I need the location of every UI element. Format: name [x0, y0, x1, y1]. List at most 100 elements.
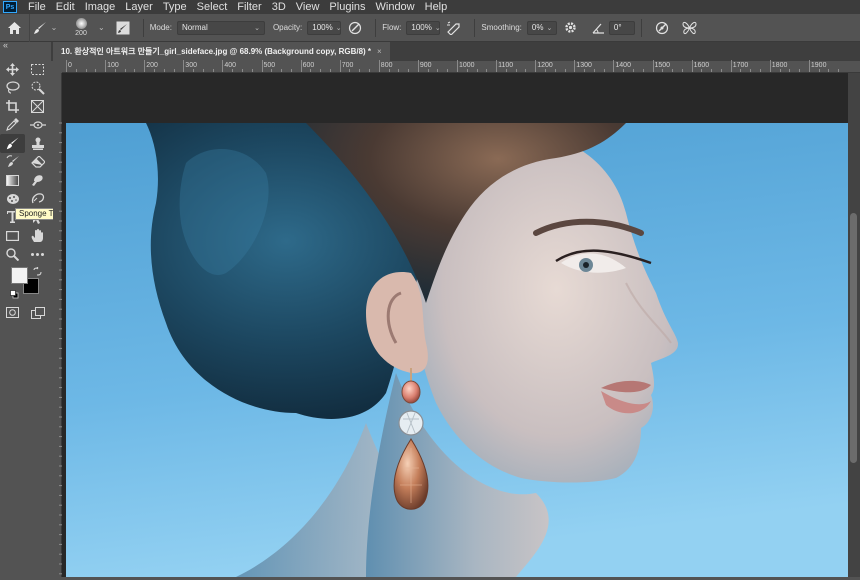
flow-field[interactable]: 100% ⌄	[406, 20, 441, 35]
scrollbar-thumb[interactable]	[850, 213, 857, 463]
chevron-down-icon[interactable]: ⌄	[98, 23, 105, 32]
toolbox	[0, 60, 51, 322]
ruler-minor-tick	[95, 69, 97, 72]
ruler-major-tick	[300, 60, 302, 72]
portrait-photo	[66, 123, 848, 577]
menu-image[interactable]: Image	[80, 0, 121, 14]
tool-preset-picker[interactable]: ⌄	[30, 14, 64, 42]
sponge-tool[interactable]	[0, 190, 25, 209]
more-tools-icon	[31, 252, 44, 256]
ruler-minor-tick	[701, 69, 703, 72]
menu-window[interactable]: Window	[371, 0, 420, 14]
pen-tool[interactable]	[25, 190, 50, 209]
smoothing-settings-button[interactable]	[563, 20, 579, 36]
crop-tool[interactable]	[0, 97, 25, 116]
rectangle-tool[interactable]	[0, 227, 25, 246]
ruler-minor-tick	[632, 69, 634, 72]
ruler-minor-tick	[662, 69, 664, 72]
ruler-minor-tick	[212, 69, 214, 72]
pressure-size-button[interactable]	[654, 20, 670, 36]
document-canvas[interactable]	[66, 123, 848, 577]
ruler-minor-tick	[349, 69, 351, 72]
screen-mode-button[interactable]	[25, 304, 50, 323]
pressure-opacity-button[interactable]	[347, 20, 363, 36]
clone-stamp-tool[interactable]	[25, 134, 50, 153]
ruler-major-tick	[613, 60, 615, 72]
menu-file[interactable]: File	[23, 0, 51, 14]
healing-icon	[29, 121, 46, 129]
ruler-minor-tick	[554, 69, 556, 72]
mode-select[interactable]: Normal ⌄	[176, 20, 265, 35]
divider	[640, 18, 642, 37]
menu-view[interactable]: View	[291, 0, 325, 14]
ruler-minor-tick	[584, 69, 586, 72]
ruler-minor-tick	[838, 69, 840, 72]
menu-help[interactable]: Help	[420, 0, 453, 14]
collapse-panel-icon[interactable]: «	[3, 40, 8, 50]
brush-settings-button[interactable]	[115, 20, 131, 36]
brush-angle-control[interactable]	[591, 20, 607, 36]
ruler-minor-tick	[515, 69, 517, 72]
ruler-minor-tick	[232, 69, 234, 72]
marquee-tool[interactable]	[25, 60, 50, 79]
ruler-minor-tick	[202, 69, 204, 72]
home-button[interactable]	[0, 13, 30, 42]
quick-mask-button[interactable]	[0, 304, 25, 323]
eraser-tool[interactable]	[25, 153, 50, 172]
ruler-label: 500	[263, 62, 276, 69]
default-colors-icon[interactable]	[10, 289, 19, 299]
gear-icon	[565, 22, 577, 33]
menu-3d[interactable]: 3D	[267, 0, 291, 14]
horizontal-ruler[interactable]: 0 100 200 300 400 500 600 700 800 900 1000 1100 1200…	[62, 60, 860, 73]
ruler-minor-tick	[476, 69, 478, 72]
quick-select-tool[interactable]	[25, 79, 50, 98]
ruler-major-tick	[691, 60, 693, 72]
swap-colors-icon[interactable]	[33, 266, 42, 276]
symmetry-button[interactable]	[682, 20, 698, 36]
ruler-minor-tick	[593, 69, 595, 72]
close-icon[interactable]: ×	[377, 47, 382, 56]
gradient-tool[interactable]	[0, 171, 25, 190]
ruler-major-tick	[222, 60, 224, 72]
menu-plugins[interactable]: Plugins	[324, 0, 370, 14]
menu-select[interactable]: Select	[192, 0, 233, 14]
brush-preset-picker[interactable]: 200	[68, 18, 94, 37]
ruler-minor-tick	[564, 69, 566, 72]
menu-type[interactable]: Type	[158, 0, 192, 14]
color-swatches	[0, 266, 51, 302]
brush-size-value: 200	[75, 30, 87, 37]
ruler-major-tick	[652, 60, 654, 72]
ruler-minor-tick	[818, 69, 820, 72]
opacity-field[interactable]: 100% ⌄	[307, 20, 342, 35]
lasso-tool[interactable]	[0, 79, 25, 98]
vertical-scrollbar[interactable]	[848, 73, 860, 577]
move-tool[interactable]	[0, 60, 25, 79]
menu-layer[interactable]: Layer	[120, 0, 158, 14]
history-brush-tool[interactable]	[0, 153, 25, 172]
more-tools-button[interactable]	[25, 245, 50, 264]
foreground-color-swatch[interactable]	[11, 266, 28, 284]
chevron-down-icon: ⌄	[254, 24, 260, 32]
document-tab[interactable]: 10. 환상적인 아트워크 만들기_girl_sideface.jpg @ 68…	[53, 42, 390, 61]
frame-tool[interactable]	[25, 97, 50, 116]
spot-healing-tool[interactable]	[25, 116, 50, 135]
burn-tool[interactable]	[25, 171, 50, 190]
menu-edit[interactable]: Edit	[51, 0, 80, 14]
ruler-label: 800	[380, 62, 393, 69]
ruler-major-tick	[66, 60, 67, 72]
ruler-major-tick	[496, 60, 498, 72]
menu-filter[interactable]: Filter	[232, 0, 266, 14]
eyedropper-tool[interactable]	[0, 116, 25, 135]
smoothing-field[interactable]: 0% ⌄	[526, 20, 557, 35]
angle-field[interactable]: 0°	[608, 20, 635, 35]
zoom-tool[interactable]	[0, 245, 25, 264]
ruler-origin[interactable]	[53, 61, 62, 73]
brush-tool[interactable]	[0, 134, 25, 153]
airbrush-button[interactable]	[446, 20, 462, 36]
document-tab-bar: 10. 환상적인 아트워크 만들기_girl_sideface.jpg @ 68…	[51, 42, 860, 61]
flow-value: 100%	[411, 23, 432, 32]
ruler-minor-tick	[779, 69, 781, 72]
ruler-minor-tick	[134, 69, 136, 72]
vertical-ruler[interactable]	[53, 73, 62, 577]
hand-tool[interactable]	[25, 227, 50, 246]
